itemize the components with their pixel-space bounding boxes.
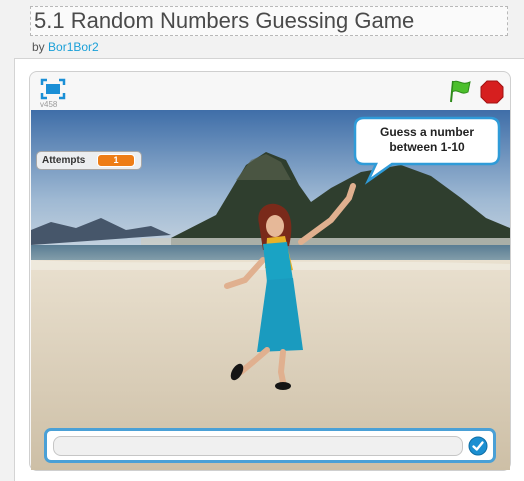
byline-prefix: by xyxy=(32,40,45,54)
answer-input[interactable] xyxy=(53,436,463,456)
version-label: v458 xyxy=(40,100,58,109)
green-flag-icon[interactable] xyxy=(448,79,474,103)
speech-line-1: Guess a number xyxy=(379,125,475,139)
speech-text: Guess a number between 1-10 xyxy=(356,125,498,155)
project-title: 5.1 Random Numbers Guessing Game xyxy=(34,8,415,33)
stop-icon[interactable] xyxy=(480,80,504,104)
fullscreen-icon[interactable] xyxy=(40,78,66,100)
project-title-box[interactable]: 5.1 Random Numbers Guessing Game xyxy=(30,6,508,36)
monitor-label: Attempts xyxy=(42,155,86,166)
attempts-monitor: Attempts 1 xyxy=(36,151,142,170)
speech-line-2: between 1-10 xyxy=(389,140,465,154)
monitor-value: 1 xyxy=(97,154,135,167)
byline: by Bor1Bor2 xyxy=(32,40,99,54)
checkmark-icon[interactable] xyxy=(468,436,488,456)
author-link[interactable]: Bor1Bor2 xyxy=(48,40,99,54)
